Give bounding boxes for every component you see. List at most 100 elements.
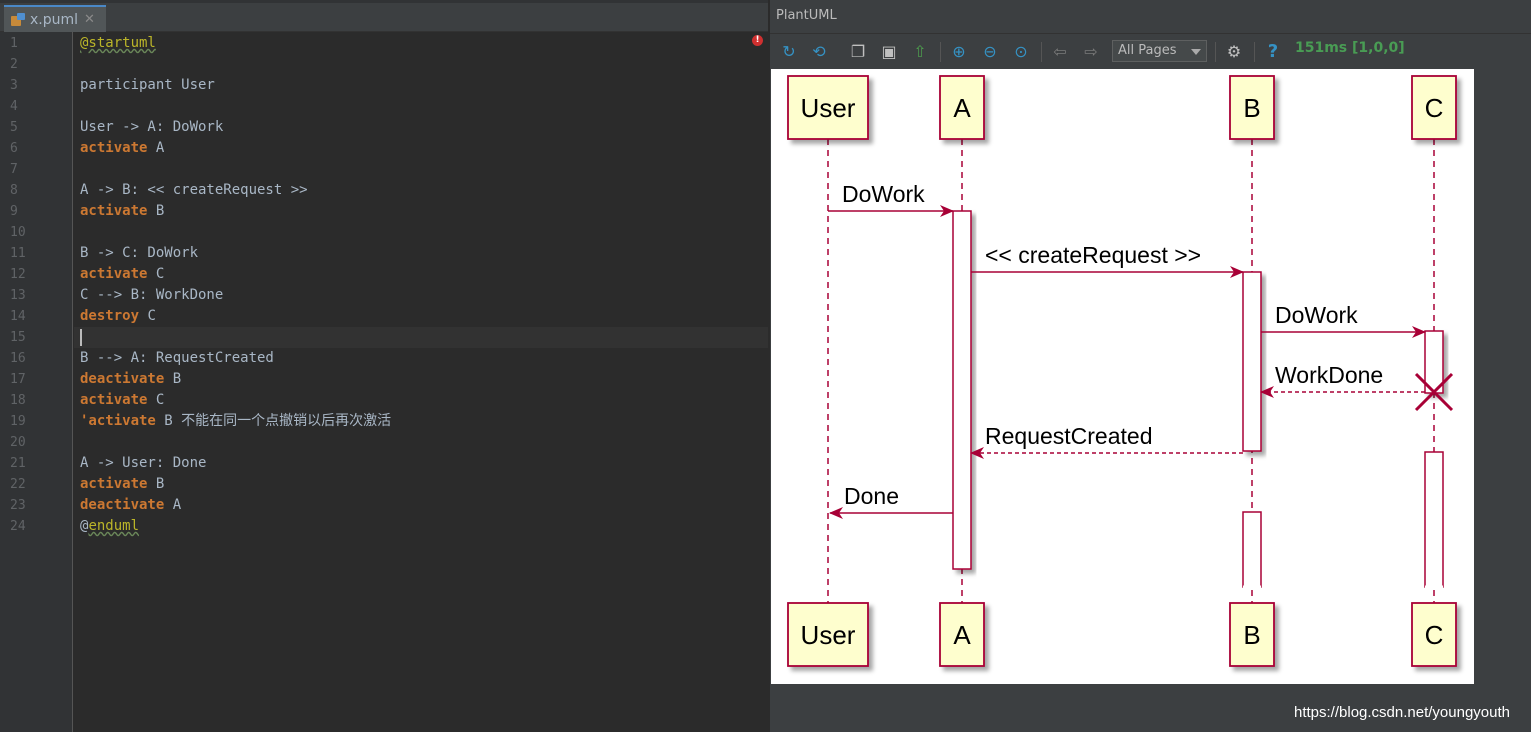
copy-icon[interactable]: ❐	[847, 40, 869, 62]
text-caret	[80, 328, 82, 346]
code-line[interactable]: deactivate B	[74, 369, 768, 390]
code-line[interactable]: participant User	[74, 75, 768, 96]
line-number: 3	[10, 78, 18, 93]
code-token: A	[164, 497, 182, 513]
code-line[interactable]	[74, 327, 768, 348]
code-line[interactable]	[74, 54, 768, 75]
refresh-icon[interactable]: ↻	[778, 40, 800, 62]
participant-label-b: B	[1243, 93, 1260, 123]
code-line[interactable]: activate C	[74, 264, 768, 285]
zoom-in-icon[interactable]: ⊕	[948, 40, 970, 62]
code-token: B 不能在同一个点撤销以后再次激活	[155, 413, 392, 429]
sync-icon[interactable]: ⟲	[808, 40, 830, 62]
line-number: 14	[10, 309, 26, 324]
keyword-token: activate	[80, 203, 148, 219]
settings-icon[interactable]: ⚙	[1223, 40, 1245, 62]
line-number-gutter: 1 2 3 4 5 6 7 8 9 10 11 12 13 14 15 16 17 18 19 20 21 22 23 24	[0, 32, 73, 732]
plantuml-toolbar: ↻ ⟲ ❐ ▣ ⇧ ⊕ ⊖ ⊙ ⇦ ⇨ All Pages ⚙ ?	[770, 33, 1531, 66]
line-number: 6	[10, 141, 18, 156]
code-token: enduml	[88, 518, 140, 534]
keyword-token: destroy	[80, 308, 140, 324]
next-page-icon[interactable]: ⇨	[1080, 40, 1102, 62]
line-number: 11	[10, 246, 26, 261]
participant-label-a: A	[953, 620, 971, 650]
plantuml-panel: PlantUML ↻ ⟲ ❐ ▣ ⇧ ⊕ ⊖ ⊙ ⇦ ⇨ All Pages ⚙…	[769, 0, 1531, 732]
code-line[interactable]: User -> A: DoWork	[74, 117, 768, 138]
error-marker-icon[interactable]: !	[752, 35, 763, 46]
close-tab-icon[interactable]: ✕	[84, 12, 95, 27]
line-number: 13	[10, 288, 26, 303]
activation-bar-c	[1424, 451, 1444, 588]
keyword-token: deactivate	[80, 497, 165, 513]
code-line[interactable]: @startuml	[74, 33, 768, 54]
activation-bar-b	[1242, 271, 1262, 452]
code-token: User -> A: DoWork	[80, 119, 224, 135]
line-number: 19	[10, 414, 26, 429]
previous-page-icon[interactable]: ⇦	[1049, 40, 1071, 62]
participant-label-b: B	[1243, 620, 1260, 650]
code-line[interactable]	[74, 432, 768, 453]
code-line[interactable]: activate B	[74, 201, 768, 222]
code-token: C	[147, 392, 165, 408]
code-line[interactable]	[74, 96, 768, 117]
line-number: 18	[10, 393, 26, 408]
line-number: 8	[10, 183, 18, 198]
code-line[interactable]: deactivate A	[74, 495, 768, 516]
code-token: A -> B: << createRequest >>	[80, 182, 308, 198]
code-line[interactable]	[74, 222, 768, 243]
code-line[interactable]: activate C	[74, 390, 768, 411]
keyword-token: activate	[80, 392, 148, 408]
line-number: 20	[10, 435, 26, 450]
code-line[interactable]: @enduml	[74, 516, 768, 537]
editor-tab-x-puml[interactable]: x.puml ✕	[4, 5, 106, 32]
code-token: A -> User: Done	[80, 455, 207, 471]
zoom-actual-icon[interactable]: ⊙	[1010, 40, 1032, 62]
code-token: A	[147, 140, 165, 156]
code-token: C	[147, 266, 165, 282]
participant-label-c: C	[1425, 93, 1444, 123]
line-number: 22	[10, 477, 26, 492]
activation-bar-a	[952, 210, 972, 570]
code-line[interactable]: destroy C	[74, 306, 768, 327]
message-label-3: DoWork	[1275, 302, 1358, 328]
line-number: 1	[10, 36, 18, 51]
line-number: 2	[10, 57, 18, 72]
code-token: C --> B: WorkDone	[80, 287, 224, 303]
line-number: 23	[10, 498, 26, 513]
message-label-5: RequestCreated	[985, 423, 1153, 449]
participant-label-user: User	[801, 93, 856, 123]
code-line[interactable]: A -> B: << createRequest >>	[74, 180, 768, 201]
help-icon[interactable]: ?	[1262, 40, 1284, 62]
code-token: C	[139, 308, 156, 324]
code-line[interactable]	[74, 159, 768, 180]
message-label-6: Done	[844, 483, 899, 509]
code-token: B -> C: DoWork	[80, 245, 199, 261]
code-area[interactable]: @startuml participant User User -> A: DoWo…	[74, 32, 768, 732]
render-timing: 151ms [1,0,0]	[1295, 40, 1405, 56]
editor-tab-bar: x.puml ✕	[0, 0, 768, 32]
code-line[interactable]: 'activate B 不能在同一个点撤销以后再次激活	[74, 411, 768, 432]
code-line[interactable]: B -> C: DoWork	[74, 243, 768, 264]
export-icon[interactable]: ⇧	[909, 40, 931, 62]
code-line[interactable]: C --> B: WorkDone	[74, 285, 768, 306]
code-editor[interactable]: x.puml ✕ 1 2 3 4 5 6 7 8 9 10 11 12 13 14 15 16 17 18 19 20…	[0, 0, 768, 732]
line-number: 16	[10, 351, 26, 366]
zoom-out-icon[interactable]: ⊖	[979, 40, 1001, 62]
sequence-diagram: User User A A B B C C DoWork << createRequest >> D…	[771, 69, 1474, 684]
code-line[interactable]: B --> A: RequestCreated	[74, 348, 768, 369]
save-icon[interactable]: ▣	[878, 40, 900, 62]
keyword-token: activate	[80, 476, 148, 492]
code-line[interactable]: activate A	[74, 138, 768, 159]
line-number: 12	[10, 267, 26, 282]
participant-label-c: C	[1425, 620, 1444, 650]
chevron-down-icon	[1191, 49, 1201, 55]
sequence-diagram-svg: User User A A B B C C DoWork << createRequest >> D…	[787, 75, 1457, 667]
message-label-2: << createRequest >>	[985, 242, 1201, 268]
code-line[interactable]: activate B	[74, 474, 768, 495]
pages-select[interactable]: All Pages	[1112, 40, 1207, 62]
code-line[interactable]: A -> User: Done	[74, 453, 768, 474]
line-number: 17	[10, 372, 26, 387]
code-token: participant User	[80, 77, 215, 93]
code-token: @startuml	[80, 35, 156, 51]
line-number: 21	[10, 456, 26, 471]
